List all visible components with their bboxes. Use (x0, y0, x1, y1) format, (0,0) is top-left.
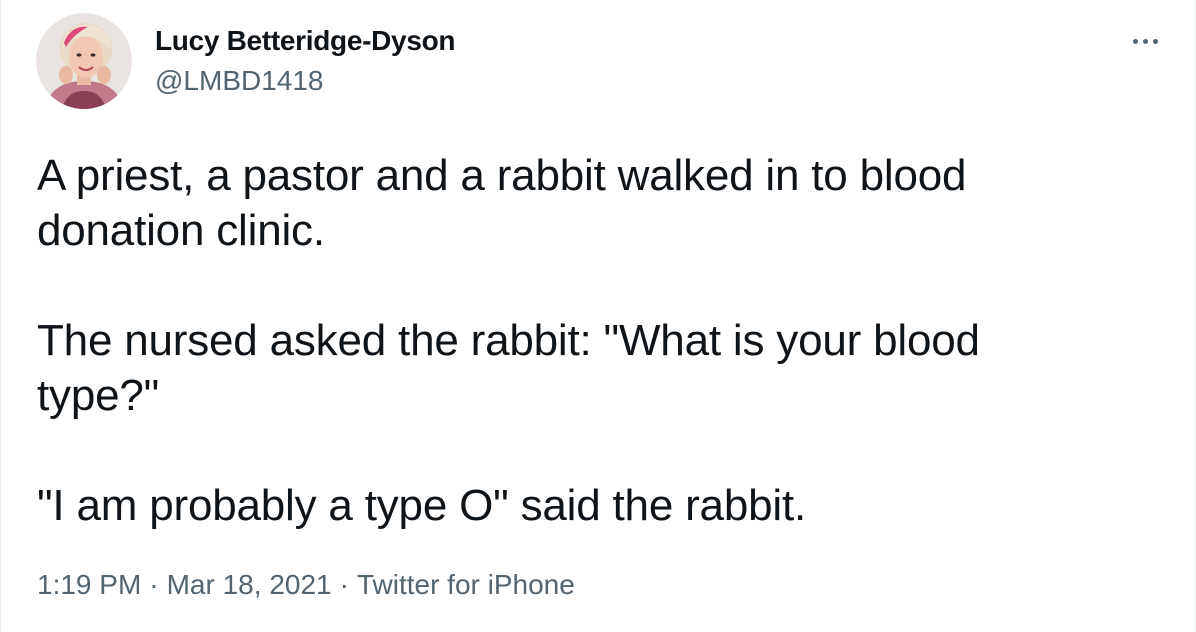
tweet-card: Lucy Betteridge-Dyson @LMBD1418 A priest… (0, 0, 1196, 632)
more-options-button[interactable] (1123, 26, 1167, 56)
author-handle[interactable]: @LMBD1418 (155, 65, 324, 97)
tweet-source-link[interactable]: Twitter for iPhone (357, 569, 575, 600)
tweet-time: 1:19 PM (37, 569, 142, 600)
tweet-paragraph: A priest, a pastor and a rabbit walked i… (37, 151, 967, 255)
meta-separator: · (149, 569, 159, 600)
more-horizontal-icon-dot (1142, 38, 1148, 44)
author-name[interactable]: Lucy Betteridge-Dyson (155, 25, 456, 57)
avatar-image (36, 13, 132, 109)
more-horizontal-icon (1132, 38, 1138, 44)
tweet-paragraph: "I am probably a type O" said the rabbit… (37, 481, 806, 530)
more-horizontal-icon-dot (1152, 38, 1158, 44)
meta-separator: · (339, 569, 349, 600)
tweet-text: A priest, a pastor and a rabbit walked i… (37, 148, 1117, 533)
tweet-date: Mar 18, 2021 (166, 569, 332, 600)
tweet-paragraph: The nursed asked the rabbit: "What is yo… (37, 316, 980, 420)
tweet-meta: 1:19 PM · Mar 18, 2021 · Twitter for iPhone (37, 569, 575, 601)
tweet-time-link[interactable]: 1:19 PM · Mar 18, 2021 (37, 569, 332, 600)
avatar[interactable] (36, 13, 132, 109)
